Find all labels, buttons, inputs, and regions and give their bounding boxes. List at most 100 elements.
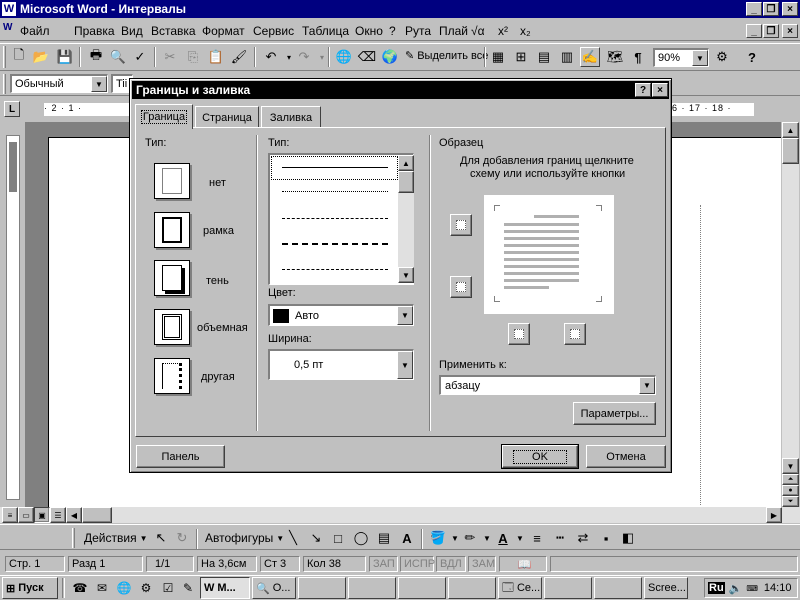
task-5[interactable] — [398, 577, 446, 599]
menu-equation[interactable]: √α — [471, 24, 485, 38]
scroll-up-button[interactable]: ▲ — [782, 122, 799, 138]
paste-icon[interactable]: 📋 — [206, 47, 226, 67]
bottom-border-button[interactable] — [450, 276, 472, 298]
browse-object-button[interactable]: ● — [782, 485, 799, 496]
scroll-left-button[interactable]: ◀ — [66, 507, 82, 523]
status-ext[interactable]: ВДЛ — [436, 556, 466, 572]
menu-window[interactable]: Окно — [355, 24, 383, 38]
prev-page-button[interactable]: ⏶ — [782, 474, 799, 485]
3d-icon[interactable]: ◧ — [618, 528, 638, 548]
normal-view-button[interactable]: ≡ — [2, 507, 18, 523]
width-select[interactable]: 0,5 пт ▼ — [268, 349, 414, 380]
save-icon[interactable]: 💾 — [55, 47, 75, 67]
menu-subscript[interactable]: x₂ — [520, 24, 531, 38]
language-indicator[interactable]: Ru — [708, 582, 725, 594]
spelling-status[interactable]: 📖 — [499, 556, 547, 572]
status-rec[interactable]: ЗАП — [369, 556, 398, 572]
spelling-icon[interactable]: ✓ — [130, 47, 150, 67]
setting-none-icon[interactable] — [154, 163, 190, 199]
top-border-button[interactable] — [450, 214, 472, 236]
chevron-down-icon[interactable]: ▼ — [397, 306, 413, 325]
task-4[interactable] — [348, 577, 396, 599]
insert-excel-icon[interactable]: ▤ — [534, 47, 554, 67]
wordart-icon[interactable]: A — [397, 528, 417, 548]
list-scroll-thumb[interactable] — [398, 171, 414, 193]
chevron-down-icon[interactable]: ▼ — [639, 377, 655, 394]
menu-table[interactable]: Таблица — [302, 24, 349, 38]
tab-stop-selector[interactable]: L — [4, 101, 20, 117]
dialog-help-button[interactable]: ? — [635, 83, 651, 97]
chevron-down-icon[interactable]: ▼ — [692, 50, 708, 66]
menu-superscript[interactable]: x² — [498, 24, 508, 38]
quicklaunch-icon-3[interactable]: 🌐 — [114, 578, 134, 598]
vertical-scroll-thumb[interactable] — [782, 138, 799, 164]
style-select[interactable]: Обычный ▼ — [10, 74, 108, 93]
quicklaunch-icon-4[interactable]: ⚙ — [136, 578, 156, 598]
list-scroll-down[interactable]: ▼ — [398, 267, 414, 283]
horizontal-scroll-thumb[interactable] — [82, 507, 112, 523]
start-button[interactable]: ⊞ Пуск — [2, 577, 58, 599]
arrow-icon[interactable]: ↘ — [306, 528, 326, 548]
menu-view[interactable]: Вид — [121, 24, 143, 38]
task-9[interactable] — [594, 577, 642, 599]
open-folder-icon[interactable]: 📂 — [31, 47, 51, 67]
office-assistant-icon[interactable]: ⚙ — [712, 47, 732, 67]
menu-help[interactable]: ? — [389, 24, 396, 38]
cut-icon[interactable]: ✂ — [160, 47, 180, 67]
line-style-dashed[interactable] — [282, 218, 388, 219]
scroll-down-button[interactable]: ▼ — [782, 458, 799, 474]
line-style-list[interactable]: ▲ ▼ — [268, 153, 414, 285]
web-icon[interactable]: 🌍 — [380, 47, 400, 67]
list-scroll-up[interactable]: ▲ — [398, 155, 414, 171]
scroll-right-button[interactable]: ▶ — [766, 507, 782, 523]
task-8[interactable] — [544, 577, 592, 599]
setting-3d-label[interactable]: объемная — [197, 322, 248, 334]
line-style-dash-dot[interactable] — [282, 269, 388, 270]
task-2[interactable]: 🔍 O... — [252, 577, 296, 599]
new-document-icon[interactable]: 🗋 — [9, 47, 29, 67]
menu-ruta[interactable]: Рута — [405, 24, 431, 38]
ok-button[interactable]: OK — [501, 444, 579, 469]
eraser-icon[interactable]: ⌫ — [357, 47, 377, 67]
line-style-icon[interactable]: ≡ — [527, 528, 547, 548]
close-window-button[interactable]: × — [782, 2, 798, 16]
toolbar-button[interactable]: Панель — [136, 445, 225, 468]
line-style-item-selected[interactable] — [271, 156, 398, 180]
dialog-title-bar[interactable]: Границы и заливка — [132, 81, 669, 99]
setting-custom-icon[interactable] — [154, 358, 190, 394]
select-objects-icon[interactable]: ↖ — [151, 528, 171, 548]
task-word[interactable]: W M... — [200, 577, 250, 599]
restore-button[interactable]: ❐ — [763, 2, 779, 16]
quicklaunch-icon-6[interactable]: ✎ — [178, 578, 198, 598]
tab-shading[interactable]: Заливка — [261, 106, 321, 128]
columns-icon[interactable]: ▥ — [557, 47, 577, 67]
web-layout-button[interactable]: ▭ — [18, 507, 34, 523]
horizontal-scrollbar[interactable] — [0, 507, 800, 523]
left-border-button[interactable] — [508, 323, 530, 345]
free-rotate-icon[interactable]: ↻ — [172, 528, 192, 548]
redo-icon[interactable]: ↷ — [294, 47, 314, 67]
menu-tools[interactable]: Сервис — [253, 24, 294, 38]
undo-icon[interactable]: ↶ — [261, 47, 281, 67]
task-3[interactable] — [298, 577, 346, 599]
outline-view-button[interactable]: ☰ — [50, 507, 66, 523]
draw-actions-menu[interactable]: Действия ▼ — [84, 531, 148, 545]
show-formatting-icon[interactable]: ¶ — [628, 47, 648, 67]
vertical-ruler[interactable] — [6, 135, 20, 500]
drawing-icon[interactable]: ✍ — [580, 47, 600, 67]
doc-minimize-button[interactable]: _ — [746, 24, 762, 38]
setting-custom-label[interactable]: другая — [201, 371, 235, 383]
setting-none-label[interactable]: нет — [209, 177, 226, 189]
setting-shadow-icon[interactable] — [154, 260, 190, 296]
tab-borders[interactable]: Граница — [135, 104, 193, 129]
apply-to-select[interactable]: абзацу ▼ — [439, 375, 656, 395]
rectangle-icon[interactable]: □ — [328, 528, 348, 548]
setting-box-label[interactable]: рамка — [203, 225, 234, 237]
line-style-solid[interactable] — [282, 167, 388, 168]
task-10[interactable]: Scree... — [644, 577, 688, 599]
status-trk[interactable]: ИСПР — [400, 556, 435, 572]
doc-restore-button[interactable]: ❐ — [763, 24, 779, 38]
line-icon[interactable]: ╲ — [283, 528, 303, 548]
help-icon[interactable]: ? — [742, 47, 762, 67]
vertical-scrollbar[interactable] — [782, 122, 799, 507]
